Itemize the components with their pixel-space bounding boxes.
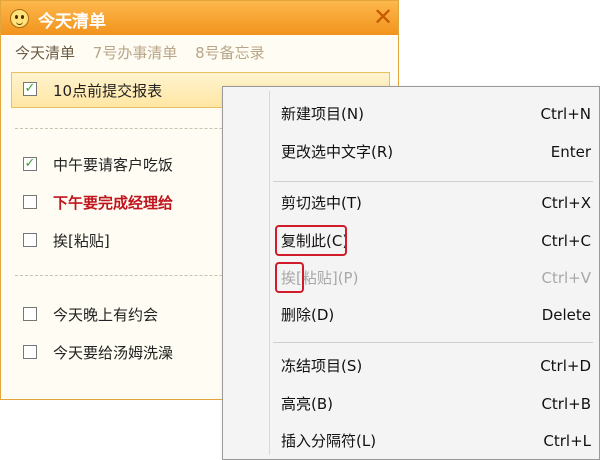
task-checkbox[interactable] — [23, 345, 37, 359]
menu-item-highlight[interactable]: 高亮(B) Ctrl+B — [281, 391, 591, 417]
tab-errand-list[interactable]: 7号办事清单 — [93, 44, 178, 62]
tab-today-list[interactable]: 今天清单 — [15, 44, 75, 62]
annotation-box-paste — [275, 262, 304, 293]
menu-item-delete[interactable]: 删除(D) Delete — [281, 302, 591, 328]
annotation-box-copy — [275, 225, 347, 256]
menu-item-cut[interactable]: 剪切选中(T) Ctrl+X — [281, 190, 591, 216]
task-checkbox[interactable]: ✓ — [23, 157, 37, 171]
list-tabs: 今天清单 7号办事清单 8号备忘录 — [15, 42, 278, 63]
title-bar[interactable]: 今天清单 ✕ — [1, 1, 398, 35]
task-checkbox[interactable]: ✓ — [23, 82, 37, 96]
menu-item-insert-separator[interactable]: 插入分隔符(L) Ctrl+L — [281, 428, 591, 454]
menu-item-rename[interactable]: 更改选中文字(R) Enter — [281, 139, 591, 165]
menu-separator — [273, 181, 593, 182]
menu-separator — [273, 342, 593, 343]
menu-item-freeze[interactable]: 冻结项目(S) Ctrl+D — [281, 353, 591, 379]
tab-memo[interactable]: 8号备忘录 — [195, 44, 265, 62]
task-text: 挨[粘贴] — [53, 232, 110, 250]
task-text: 10点前提交报表 — [53, 82, 163, 100]
task-text: 今天要给汤姆洗澡 — [53, 344, 174, 362]
app-logo-icon — [10, 9, 29, 28]
context-menu: 新建项目(N) Ctrl+N 更改选中文字(R) Enter 剪切选中(T) C… — [222, 86, 600, 460]
task-text: 中午要请客户吃饭 — [53, 156, 174, 174]
task-checkbox[interactable] — [23, 195, 37, 209]
menu-item-new[interactable]: 新建项目(N) Ctrl+N — [281, 101, 591, 127]
window-title: 今天清单 — [38, 12, 106, 32]
task-text: 今天晚上有约会 — [53, 306, 159, 324]
task-checkbox[interactable] — [23, 307, 37, 321]
menu-item-paste: 挨[粘贴](P) Ctrl+V — [281, 269, 591, 287]
close-icon[interactable]: ✕ — [373, 3, 393, 31]
task-checkbox[interactable] — [23, 233, 37, 247]
task-text-important: 下午要完成经理给 — [53, 194, 174, 212]
